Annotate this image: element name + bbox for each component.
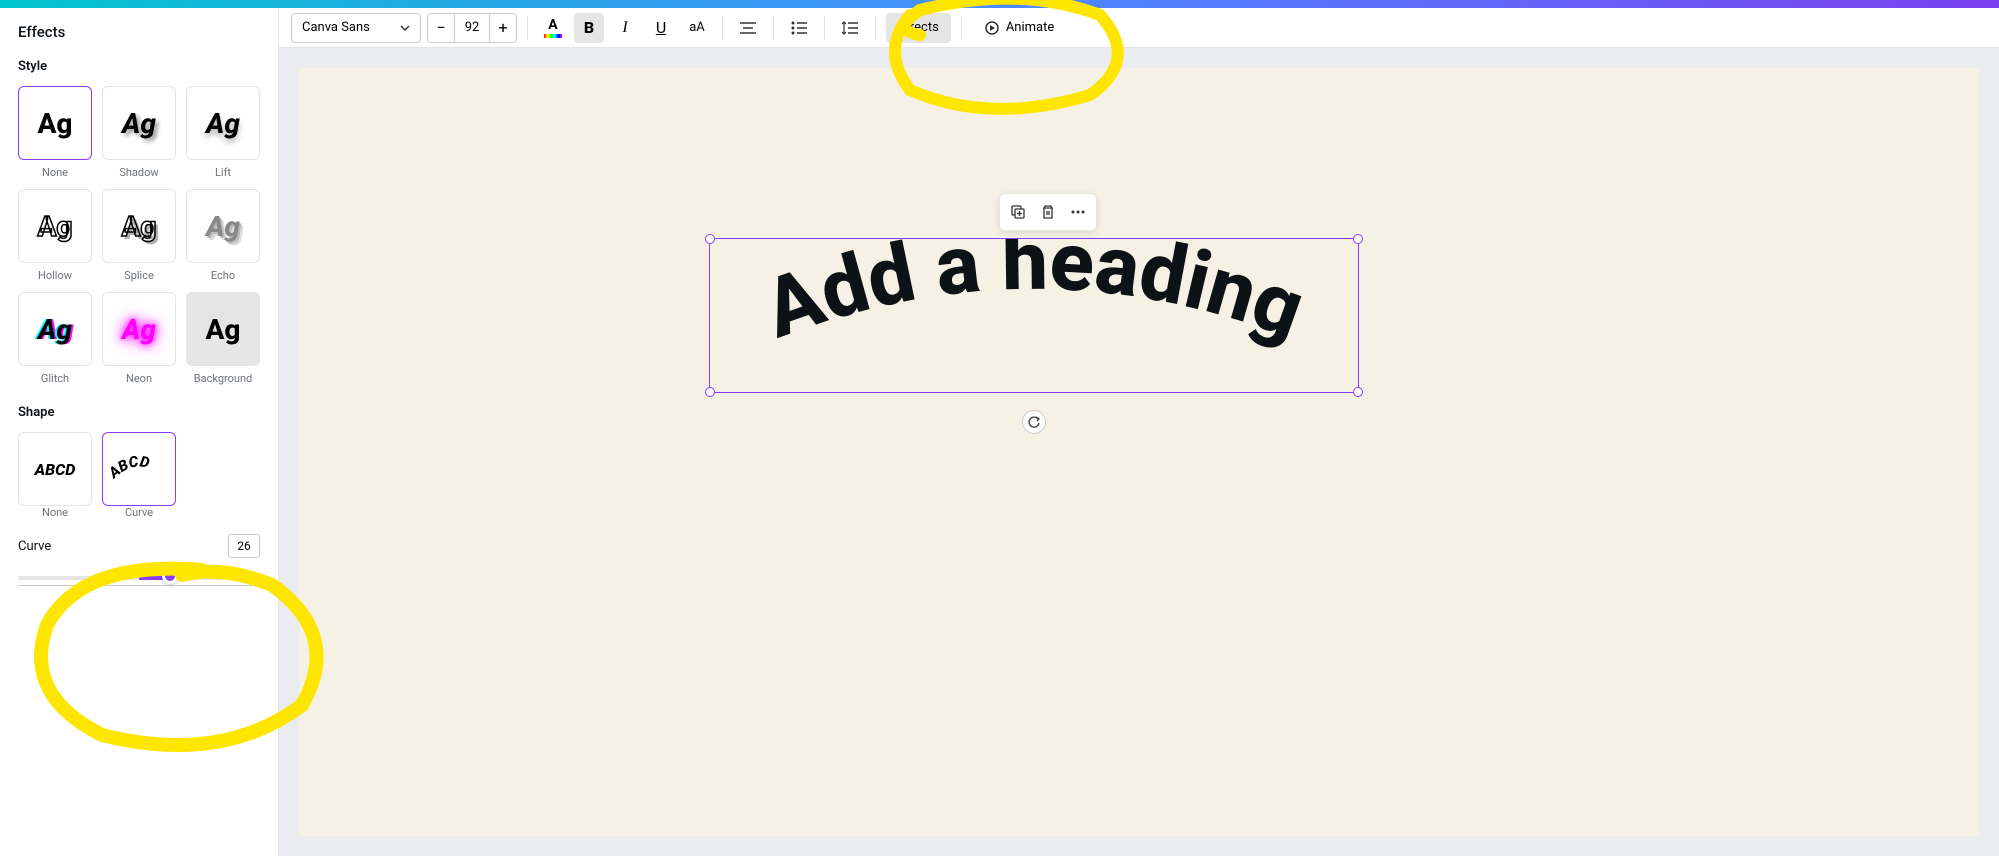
underline-button[interactable]: U [646,13,676,43]
curve-value-input[interactable]: 26 [228,534,260,558]
more-options-button[interactable] [1064,198,1092,226]
font-size-increase[interactable]: + [490,13,516,43]
sidebar-title: Effects [18,23,260,41]
list-button[interactable] [784,13,814,43]
curve-slider[interactable] [18,566,260,586]
rotate-icon [1027,415,1041,429]
animate-button[interactable]: Animate [972,13,1066,43]
element-toolbar [999,193,1097,231]
heading-text-element[interactable]: Add a heading [709,238,1359,393]
alignment-button[interactable] [733,13,763,43]
effect-neon[interactable]: Ag Neon [102,292,176,385]
slider-handle[interactable] [162,568,178,584]
font-size-decrease[interactable]: − [428,13,454,43]
effect-lift[interactable]: Ag Lift [186,86,260,179]
list-icon [791,21,807,35]
canvas[interactable]: Add a heading [299,68,1979,836]
trash-icon [1040,204,1056,220]
effect-glitch[interactable]: Ag Glitch [18,292,92,385]
duplicate-icon [1010,204,1026,220]
effect-hollow[interactable]: Ag Hollow [18,189,92,282]
text-toolbar: Canva Sans − 92 + A B I U aA [279,8,1999,48]
shape-curve[interactable]: ABCD Curve [102,432,176,519]
delete-button[interactable] [1034,198,1062,226]
effects-button[interactable]: Effects [886,13,951,43]
rotate-handle[interactable] [1022,410,1046,434]
align-icon [740,21,756,35]
duplicate-button[interactable] [1004,198,1032,226]
resize-handle-tr[interactable] [1353,234,1363,244]
top-gradient-bar [0,0,1999,8]
resize-handle-br[interactable] [1353,387,1363,397]
spacing-button[interactable] [835,13,865,43]
font-size-input[interactable]: 92 [454,13,490,43]
effect-shadow[interactable]: Ag Shadow [102,86,176,179]
svg-text:ABCD: ABCD [109,452,152,482]
italic-button[interactable]: I [610,13,640,43]
effects-sidebar: Effects Style Ag None Ag Shadow Ag Lift … [0,8,279,856]
effect-splice[interactable]: Ag Splice [102,189,176,282]
text-case-button[interactable]: aA [682,13,712,43]
shape-section-label: Shape [18,405,260,420]
curve-slider-label: Curve [18,539,51,554]
effect-none[interactable]: Ag None [18,86,92,179]
font-family-selector[interactable]: Canva Sans [291,13,421,43]
effect-echo[interactable]: Ag Echo [186,189,260,282]
bold-button[interactable]: B [574,13,604,43]
more-icon [1070,204,1086,220]
shape-none[interactable]: ABCD None [18,432,92,519]
resize-handle-tl[interactable] [705,234,715,244]
chevron-down-icon [400,20,410,35]
svg-text:Add a heading: Add a heading [752,239,1316,357]
text-color-button[interactable]: A [538,13,568,43]
resize-handle-bl[interactable] [705,387,715,397]
animate-icon [984,20,1000,36]
color-bar-icon [544,34,562,38]
style-section-label: Style [18,59,260,74]
effect-background[interactable]: Ag Background [186,292,260,385]
spacing-icon [842,20,858,36]
